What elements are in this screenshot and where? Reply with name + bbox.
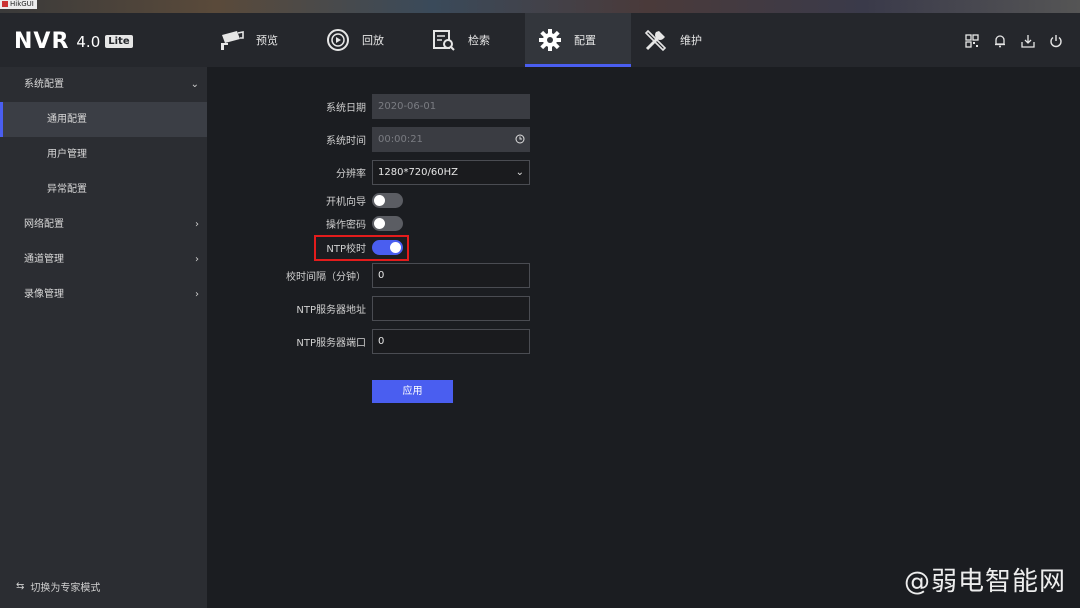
window-title-bar: HikGUI <box>0 0 37 9</box>
sidebar-item-exception-config[interactable]: 异常配置 <box>0 172 207 207</box>
system-date-field: 2020-06-01 <box>372 94 530 119</box>
expert-mode-switch[interactable]: ⇆ 切换为专家模式 <box>16 579 100 594</box>
playback-icon <box>325 27 351 53</box>
boot-wizard-row: 开机向导 <box>207 193 1080 208</box>
resolution-value: 1280*720/60HZ <box>378 167 458 178</box>
logo-version: 4.0 <box>76 32 101 51</box>
resolution-row: 分辨率 1280*720/60HZ ⌄ <box>207 160 1080 185</box>
operation-password-toggle[interactable] <box>372 216 403 231</box>
nav-playback[interactable]: 回放 <box>313 13 419 67</box>
sidebar-item-user-management[interactable]: 用户管理 <box>0 137 207 172</box>
chevron-right-icon: › <box>195 254 199 265</box>
app-icon <box>2 1 8 7</box>
toggle-knob <box>374 218 385 229</box>
field-label: 开机向导 <box>326 197 366 208</box>
sidebar-item-system-config[interactable]: 系统配置 ⌄ <box>0 67 207 102</box>
top-header: NVR 4.0 Lite 预览 回放 检索 配置 维护 <box>0 13 1080 67</box>
ntp-port-input[interactable]: 0 <box>372 329 530 354</box>
operation-password-row: 操作密码 <box>207 216 1080 231</box>
highlight-box <box>314 235 409 261</box>
sidebar-item-label: 异常配置 <box>47 184 87 195</box>
field-label: 校时间隔（分钟） <box>286 272 366 283</box>
field-label: NTP服务器端口 <box>296 338 366 349</box>
qr-code-icon[interactable] <box>964 33 980 49</box>
sidebar-item-label: 网络配置 <box>24 219 64 230</box>
ntp-server-row: NTP服务器地址 <box>207 296 1080 321</box>
window-title: HikGUI <box>10 0 34 8</box>
resolution-select[interactable]: 1280*720/60HZ ⌄ <box>372 160 530 185</box>
tools-icon <box>643 27 669 53</box>
ntp-server-input[interactable] <box>372 296 530 321</box>
nav-label: 预览 <box>256 34 278 47</box>
boot-wizard-toggle[interactable] <box>372 193 403 208</box>
main-nav: 预览 回放 检索 配置 维护 <box>207 13 737 67</box>
field-label: 分辨率 <box>336 169 366 180</box>
field-label: 系统日期 <box>326 103 366 114</box>
nvr-app: NVR 4.0 Lite 预览 回放 检索 配置 维护 系统配置 ⌄ 通用配置 … <box>0 13 1080 608</box>
nav-preview[interactable]: 预览 <box>207 13 313 67</box>
sidebar-item-label: 通道管理 <box>24 254 64 265</box>
header-tools <box>964 33 1064 49</box>
sidebar-item-general-config[interactable]: 通用配置 <box>0 102 207 137</box>
field-label: NTP服务器地址 <box>296 305 366 316</box>
general-config-form: 系统日期 2020-06-01 系统时间 00:00:21 分辨率 1280*7… <box>207 67 1080 608</box>
power-icon[interactable] <box>1048 33 1064 49</box>
nav-maintenance[interactable]: 维护 <box>631 13 737 67</box>
logo: NVR 4.0 Lite <box>14 29 133 54</box>
clock-icon <box>515 128 525 151</box>
download-icon[interactable] <box>1020 33 1036 49</box>
sidebar: 系统配置 ⌄ 通用配置 用户管理 异常配置 网络配置 › 通道管理 › 录像管理… <box>0 67 207 608</box>
watermark: @弱电智能网 <box>903 567 1066 597</box>
field-label: 系统时间 <box>326 136 366 147</box>
expert-mode-label: 切换为专家模式 <box>30 583 101 594</box>
nav-label: 回放 <box>362 34 384 47</box>
desktop-background <box>0 0 1080 13</box>
time-value: 00:00:21 <box>378 134 423 145</box>
chevron-right-icon: › <box>195 219 199 230</box>
logo-badge: Lite <box>105 35 133 48</box>
sidebar-item-recording-management[interactable]: 录像管理 › <box>0 277 207 312</box>
toggle-knob <box>374 195 385 206</box>
sidebar-item-label: 系统配置 <box>24 79 64 90</box>
chevron-right-icon: › <box>195 289 199 300</box>
field-label: 操作密码 <box>326 220 366 231</box>
sidebar-item-label: 通用配置 <box>47 114 87 125</box>
sidebar-item-label: 用户管理 <box>47 149 87 160</box>
nav-label: 配置 <box>574 34 596 47</box>
search-icon <box>431 27 457 53</box>
bell-icon[interactable] <box>992 33 1008 49</box>
nav-config[interactable]: 配置 <box>525 13 631 67</box>
sidebar-item-network-config[interactable]: 网络配置 › <box>0 207 207 242</box>
sync-interval-input[interactable]: 0 <box>372 263 530 288</box>
chevron-down-icon: ⌄ <box>190 79 199 90</box>
system-time-field: 00:00:21 <box>372 127 530 152</box>
sidebar-item-channel-management[interactable]: 通道管理 › <box>0 242 207 277</box>
system-date-row: 系统日期 2020-06-01 <box>207 94 1080 119</box>
sync-interval-row: 校时间隔（分钟） 0 <box>207 263 1080 288</box>
ntp-port-row: NTP服务器端口 0 <box>207 329 1080 354</box>
logo-main: NVR <box>14 29 70 54</box>
switch-icon: ⇆ <box>16 581 25 592</box>
camera-icon <box>219 27 245 53</box>
nav-label: 维护 <box>680 34 702 47</box>
nav-search[interactable]: 检索 <box>419 13 525 67</box>
chevron-down-icon: ⌄ <box>515 167 524 178</box>
nav-label: 检索 <box>468 34 490 47</box>
gear-icon <box>537 27 563 53</box>
apply-button[interactable]: 应用 <box>372 380 453 403</box>
system-time-row: 系统时间 00:00:21 <box>207 127 1080 152</box>
sidebar-item-label: 录像管理 <box>24 289 64 300</box>
